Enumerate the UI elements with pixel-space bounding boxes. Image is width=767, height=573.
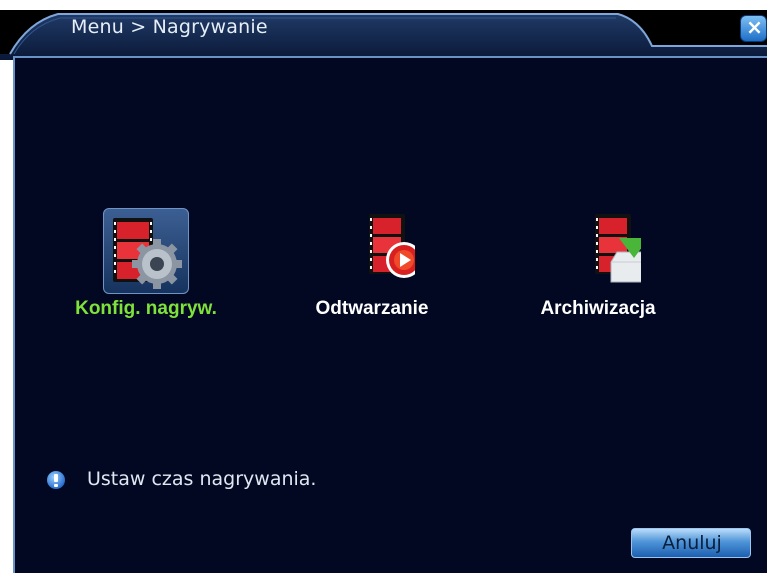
film-gear-icon xyxy=(103,208,189,294)
info-icon xyxy=(47,471,65,489)
close-icon: × xyxy=(746,15,763,39)
hint-text: Ustaw czas nagrywania. xyxy=(87,468,317,490)
breadcrumb-title: Menu > Nagrywanie xyxy=(71,16,268,38)
close-button[interactable]: × xyxy=(740,15,767,42)
tile-label-playback: Odtwarzanie xyxy=(315,298,429,319)
film-play-icon xyxy=(329,208,415,294)
cancel-button-label: Anuluj xyxy=(662,532,722,554)
tile-record-config[interactable]: Konfig. nagryw. xyxy=(66,208,226,319)
tile-playback[interactable]: Odtwarzanie xyxy=(292,208,452,319)
film-download-icon xyxy=(555,208,641,294)
tile-archive[interactable]: Archiwizacja xyxy=(518,208,678,319)
cancel-button[interactable]: Anuluj xyxy=(631,528,751,558)
dvr-menu-window: Menu > Nagrywanie × Konfig. nagryw. Odtw… xyxy=(0,0,767,573)
tile-label-record-config: Konfig. nagryw. xyxy=(75,298,217,319)
tile-label-archive: Archiwizacja xyxy=(540,298,656,319)
